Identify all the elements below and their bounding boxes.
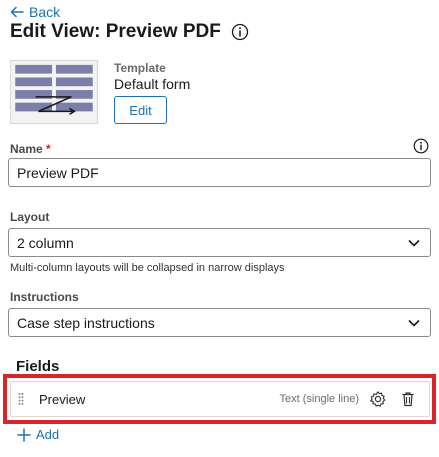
instructions-label: Instructions bbox=[10, 290, 79, 304]
field-row-label: Preview bbox=[39, 391, 86, 407]
field-row-type: Text (single line) bbox=[279, 393, 359, 405]
edit-template-button[interactable]: Edit bbox=[114, 96, 167, 124]
instructions-select-value: Case step instructions bbox=[17, 314, 155, 331]
page-title-row: Edit View: Preview PDF bbox=[10, 21, 249, 43]
name-input[interactable]: Preview PDF bbox=[8, 158, 431, 187]
info-icon[interactable] bbox=[413, 138, 429, 154]
add-field-link[interactable]: Add bbox=[17, 427, 59, 442]
template-label: Template bbox=[114, 61, 166, 75]
arrow-left-icon bbox=[10, 6, 24, 18]
name-input-value: Preview PDF bbox=[17, 164, 99, 181]
layout-select-value: 2 column bbox=[17, 234, 74, 251]
name-field-label: Name * bbox=[10, 142, 51, 156]
template-value: Default form bbox=[114, 76, 191, 92]
instructions-select[interactable]: Case step instructions bbox=[8, 308, 431, 337]
required-mark: * bbox=[46, 142, 51, 156]
gear-icon[interactable] bbox=[369, 390, 387, 408]
fields-heading: Fields bbox=[16, 358, 60, 375]
field-row[interactable]: Preview Text (single line) bbox=[10, 381, 430, 417]
back-link[interactable]: Back bbox=[10, 4, 60, 20]
chevron-down-icon bbox=[408, 239, 420, 247]
trash-icon[interactable] bbox=[399, 390, 417, 408]
name-label: Name bbox=[10, 142, 43, 156]
page-title: Edit View: Preview PDF bbox=[10, 21, 221, 42]
plus-icon bbox=[17, 427, 31, 442]
drag-handle-icon[interactable] bbox=[11, 382, 31, 416]
layout-label: Layout bbox=[10, 210, 50, 224]
add-label: Add bbox=[36, 427, 60, 442]
info-icon[interactable] bbox=[231, 23, 249, 41]
template-layout-icon bbox=[10, 60, 98, 124]
back-label: Back bbox=[29, 4, 61, 20]
layout-select[interactable]: 2 column bbox=[8, 228, 431, 257]
chevron-down-icon bbox=[408, 319, 420, 327]
layout-hint: Multi-column layouts will be collapsed i… bbox=[10, 262, 285, 274]
